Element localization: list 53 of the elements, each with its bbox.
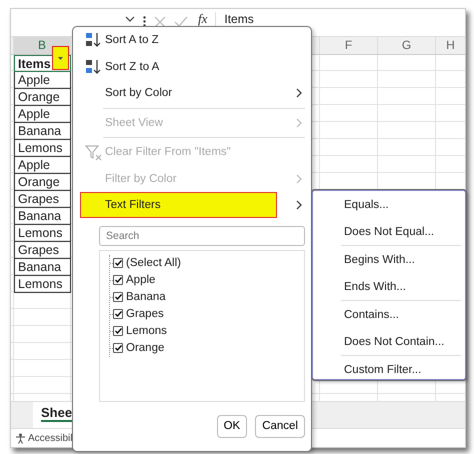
column-header[interactable]: G (378, 37, 436, 54)
checkbox[interactable] (113, 343, 123, 353)
clear-filter-icon (84, 144, 102, 161)
table-cell: Orange (14, 174, 71, 191)
table-cell: Apple (14, 157, 71, 174)
ok-button[interactable]: OK (216, 414, 248, 438)
menu-item[interactable]: Does Not Equal... (313, 218, 465, 245)
table-cell: Lemons (14, 225, 71, 242)
checkbox-label[interactable]: Lemons (126, 325, 167, 337)
menu-item[interactable]: Ends With... (313, 273, 465, 300)
function-button[interactable]: fx (198, 12, 208, 26)
checkbox[interactable] (113, 326, 123, 336)
column-header[interactable]: H (436, 37, 465, 54)
sort-ascending-icon (85, 32, 101, 48)
table-cell: Apple (14, 72, 71, 89)
checkbox-label[interactable]: (Select All) (126, 257, 181, 269)
checkbox[interactable] (113, 309, 123, 319)
table-cell: Grapes (14, 191, 71, 208)
checkbox-label[interactable]: Banana (126, 291, 166, 303)
column-header[interactable]: F (320, 37, 378, 54)
status-text[interactable]: Accessibil (28, 432, 72, 444)
cancel-button[interactable]: Cancel (255, 414, 305, 438)
menu-item[interactable]: Equals... (313, 191, 465, 218)
table-cell: Banana (14, 259, 71, 276)
checkbox-label[interactable]: Apple (126, 274, 156, 286)
accessibility-icon[interactable] (15, 432, 26, 444)
checkbox[interactable] (113, 258, 123, 268)
table-cell: Orange (14, 89, 71, 106)
checkbox-label[interactable]: Orange (126, 342, 164, 354)
more-icon[interactable] (143, 16, 146, 27)
table-cell: Banana (14, 208, 71, 225)
menu-item[interactable]: Sort Z to A (80, 54, 277, 80)
menu-item[interactable]: Sort A to Z (80, 27, 277, 54)
menu-item[interactable]: Custom Filter... (313, 356, 465, 383)
check-icon[interactable] (174, 16, 188, 27)
sort-descending-icon (85, 58, 101, 75)
menu-item[interactable]: Text Filters (80, 192, 277, 218)
chevron-down-icon[interactable] (125, 16, 135, 22)
table-cell: Banana (14, 123, 71, 140)
table-cell: Lemons (14, 140, 71, 157)
checkbox[interactable] (113, 292, 123, 302)
menu-item[interactable]: Does Not Contain... (313, 328, 465, 355)
search-field[interactable]: Search (99, 226, 305, 246)
menu-item[interactable]: Contains... (313, 301, 465, 328)
table-cell: Apple (14, 106, 71, 123)
filter-dropdown-button[interactable] (52, 46, 69, 70)
close-icon[interactable] (154, 16, 166, 28)
table-cell: Lemons (14, 276, 71, 293)
checkbox-label[interactable]: Grapes (126, 308, 164, 320)
checkbox[interactable] (113, 275, 123, 285)
menu-item[interactable]: Sort by Color (80, 80, 277, 106)
table-cell: Grapes (14, 242, 71, 259)
menu-item[interactable]: Begins With... (313, 246, 465, 273)
